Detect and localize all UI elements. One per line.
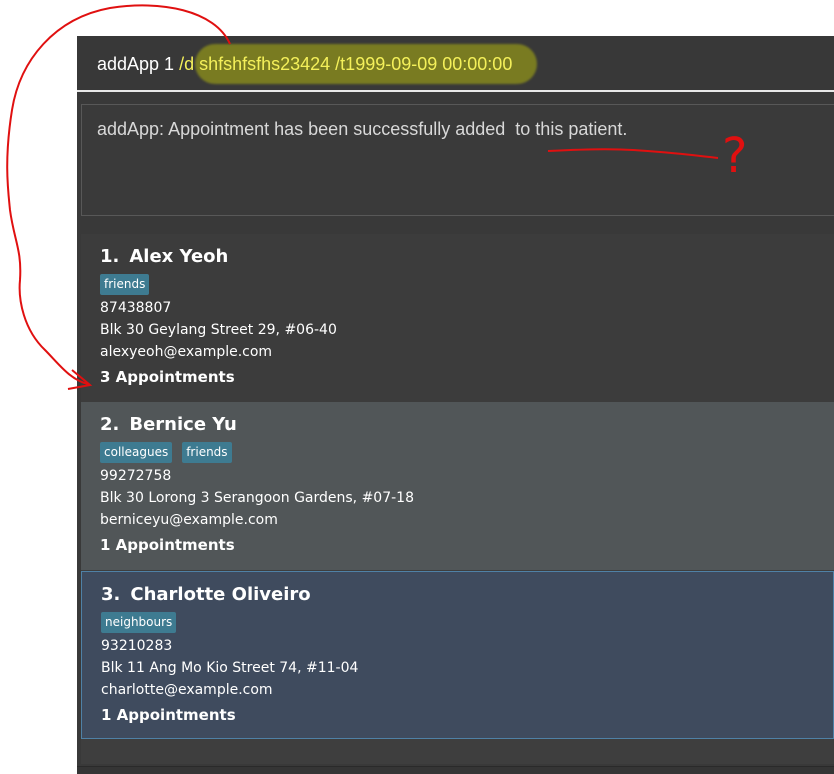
command-input[interactable]: addApp 1 /d shfshfsfhs23424 /t1999-09-09… bbox=[97, 54, 512, 75]
command-word: addApp 1 bbox=[97, 54, 180, 74]
person-card[interactable]: 2. Bernice Yu colleagues friends 99272758… bbox=[81, 402, 834, 570]
person-address: Blk 30 Lorong 3 Serangoon Gardens, #07-1… bbox=[100, 490, 414, 506]
person-email: berniceyu@example.com bbox=[100, 512, 278, 528]
person-list[interactable]: 1. Alex Yeoh friends 87438807 Blk 30 Geyl… bbox=[81, 234, 834, 764]
person-card-selected[interactable]: 3. Charlotte Oliveiro neighbours 93210283… bbox=[81, 571, 834, 739]
appointment-count: 3 Appointments bbox=[100, 368, 235, 386]
tag: colleagues bbox=[100, 442, 173, 463]
person-address: Blk 11 Ang Mo Kio Street 74, #11-04 bbox=[101, 660, 359, 676]
appointment-count: 1 Appointments bbox=[100, 536, 235, 554]
person-email: alexyeoh@example.com bbox=[100, 344, 273, 360]
command-args: /d shfshfsfhs23424 /t1999-09-09 00:00:00 bbox=[179, 54, 513, 74]
person-address: Blk 30 Geylang Street 29, #06-40 bbox=[100, 322, 337, 338]
tag: neighbours bbox=[101, 612, 177, 633]
tag: friends bbox=[182, 442, 232, 463]
command-box[interactable]: addApp 1 /d shfshfsfhs23424 /t1999-09-09… bbox=[77, 36, 834, 92]
person-name: 1. Alex Yeoh bbox=[100, 246, 228, 267]
person-name: 3. Charlotte Oliveiro bbox=[101, 584, 311, 605]
appointment-count: 1 Appointments bbox=[101, 706, 236, 724]
person-phone: 99272758 bbox=[100, 468, 172, 484]
person-card[interactable]: 1. Alex Yeoh friends 87438807 Blk 30 Geyl… bbox=[81, 234, 834, 402]
person-phone: 93210283 bbox=[101, 638, 173, 654]
person-index: 3. bbox=[101, 584, 121, 605]
person-email: charlotte@example.com bbox=[101, 682, 273, 698]
result-display: addApp: Appointment has been successfull… bbox=[81, 104, 834, 216]
person-name: 2. Bernice Yu bbox=[100, 414, 237, 435]
person-phone: 87438807 bbox=[100, 300, 172, 316]
tag: friends bbox=[100, 274, 150, 295]
result-text: addApp: Appointment has been successfull… bbox=[97, 119, 628, 139]
app-window: addApp 1 /d shfshfsfhs23424 /t1999-09-09… bbox=[77, 36, 834, 774]
person-name-text: Charlotte Oliveiro bbox=[130, 584, 311, 605]
person-index: 1. bbox=[100, 246, 120, 267]
tag-list: friends bbox=[100, 274, 150, 295]
tag-list: neighbours bbox=[101, 612, 177, 633]
tag-list: colleagues friends bbox=[100, 442, 232, 463]
person-name-text: Alex Yeoh bbox=[129, 246, 229, 267]
person-name-text: Bernice Yu bbox=[129, 414, 237, 435]
person-index: 2. bbox=[100, 414, 120, 435]
